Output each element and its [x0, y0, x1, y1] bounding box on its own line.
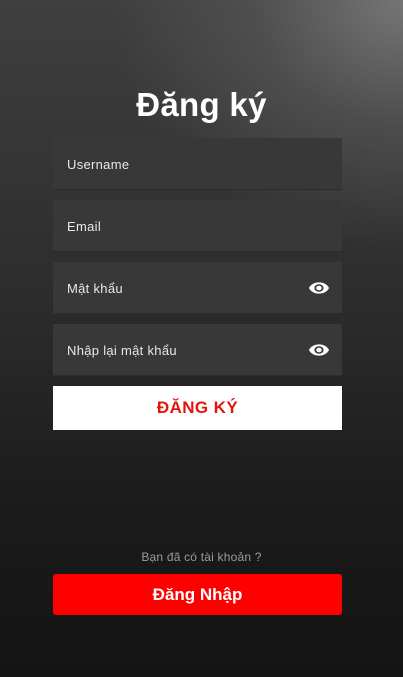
login-button[interactable]: Đăng Nhập [53, 574, 342, 615]
page-title: Đăng ký [136, 86, 267, 123]
register-button[interactable]: ĐĂNG KÝ [53, 386, 342, 430]
username-input[interactable] [67, 138, 297, 190]
register-screen: Đăng ký ĐĂNG KÝ Bạn đã có tài khoản ? Đă… [0, 0, 403, 677]
email-field[interactable] [53, 200, 342, 252]
password-input[interactable] [67, 262, 297, 314]
login-prompt: Bạn đã có tài khoản ? [141, 550, 262, 564]
confirm-password-field[interactable] [53, 324, 342, 376]
email-input[interactable] [67, 200, 297, 252]
password-field[interactable] [53, 262, 342, 314]
confirm-password-input[interactable] [67, 324, 297, 376]
username-field[interactable] [53, 138, 342, 190]
eye-icon[interactable] [308, 341, 330, 359]
eye-icon[interactable] [308, 279, 330, 297]
